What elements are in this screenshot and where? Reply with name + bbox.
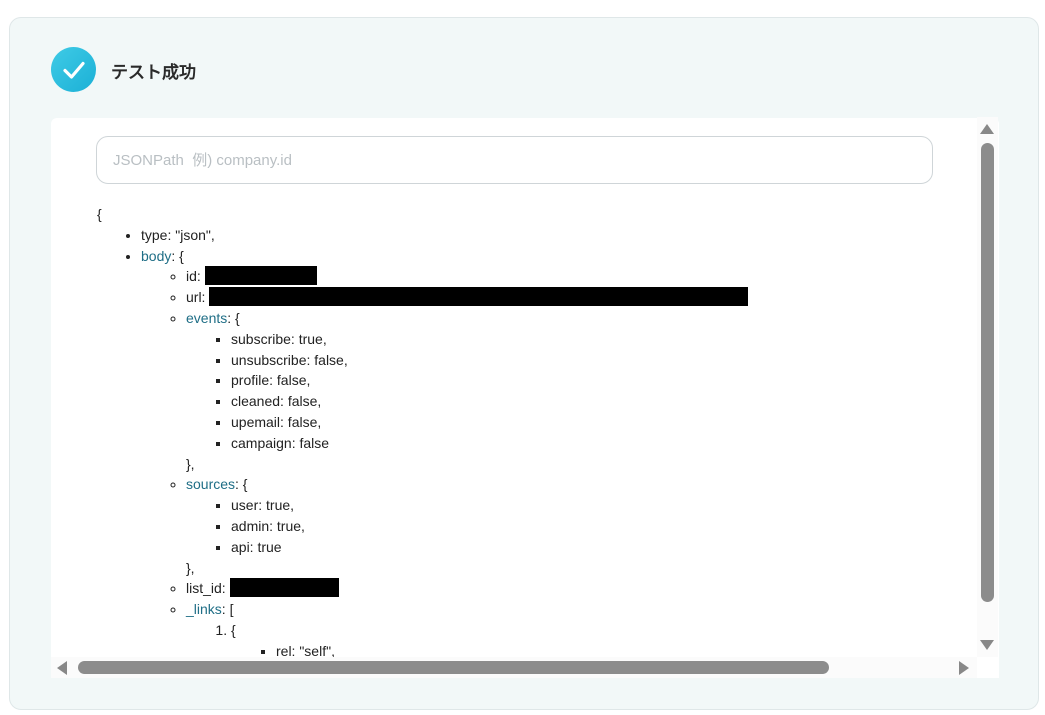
json-tree: { type: "json", body: { id: url: — [97, 204, 977, 662]
list-item: admin: true, — [231, 516, 977, 537]
redacted-block — [229, 578, 339, 598]
list-item: profile: false, — [231, 370, 977, 391]
json-entry-url: url: — [186, 287, 977, 308]
vertical-scroll-thumb[interactable] — [981, 143, 994, 602]
redacted-block — [204, 266, 317, 286]
list-item: campaign: false — [231, 433, 977, 454]
check-circle-icon — [51, 47, 96, 92]
list-item: subscribe: true, — [231, 329, 977, 350]
events-key[interactable]: events — [186, 310, 227, 326]
json-entry-sources: sources: { user: true, admin: true, api:… — [186, 474, 977, 578]
sources-close: }, — [186, 559, 195, 576]
result-card: テスト成功 { type: "json", body: { id: url: — [9, 17, 1039, 710]
list-item: upemail: false, — [231, 412, 977, 433]
redacted-block — [209, 287, 749, 307]
list-item: api: true — [231, 537, 977, 558]
jsonpath-input[interactable] — [96, 136, 933, 184]
horizontal-scrollbar[interactable] — [51, 657, 977, 678]
list-item: unsubscribe: false, — [231, 350, 977, 371]
json-entry-list-id: list_id: — [186, 578, 977, 599]
list-item: cleaned: false, — [231, 391, 977, 412]
scroll-up-icon[interactable] — [980, 124, 994, 134]
json-viewer: { type: "json", body: { id: url: — [51, 118, 999, 678]
link-item: { rel: "self", — [231, 620, 977, 662]
vertical-scrollbar[interactable] — [977, 117, 998, 657]
links-key[interactable]: _links — [186, 601, 222, 617]
sources-key[interactable]: sources — [186, 476, 235, 492]
json-entry-links: _links: [ { rel: "self", — [186, 599, 977, 661]
horizontal-scroll-thumb[interactable] — [78, 661, 829, 674]
json-entry-events: events: { subscribe: true, unsubscribe: … — [186, 308, 977, 474]
json-entry-type: type: "json", — [141, 225, 977, 246]
body-key[interactable]: body — [141, 248, 171, 264]
json-open-brace: { — [97, 206, 102, 222]
events-close: }, — [186, 455, 195, 472]
json-entry-body: body: { id: url: events: { — [141, 246, 977, 662]
scroll-right-icon[interactable] — [959, 661, 969, 675]
scroll-down-icon[interactable] — [980, 640, 994, 650]
scroll-left-icon[interactable] — [57, 661, 67, 675]
list-item: user: true, — [231, 495, 977, 516]
json-entry-id: id: — [186, 266, 977, 287]
success-title: テスト成功 — [111, 63, 196, 83]
